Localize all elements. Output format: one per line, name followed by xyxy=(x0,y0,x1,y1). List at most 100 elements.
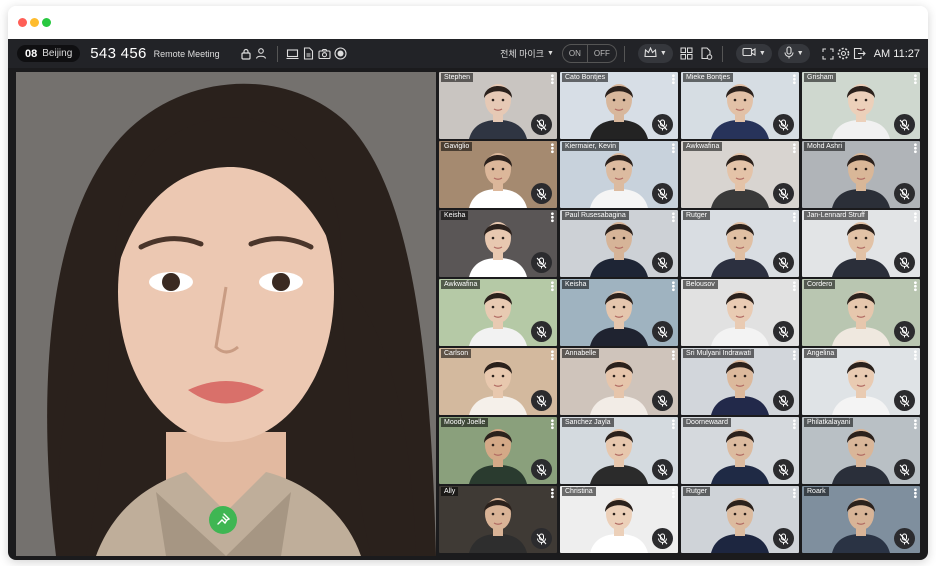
mic-muted-icon[interactable] xyxy=(652,183,673,204)
layout-icon[interactable] xyxy=(679,46,695,62)
more-options-icon[interactable]: ••• xyxy=(909,74,920,85)
more-options-icon[interactable]: ••• xyxy=(667,281,678,292)
more-options-icon[interactable]: ••• xyxy=(909,143,920,154)
participants-icon[interactable] xyxy=(254,46,270,62)
participant-tile[interactable]: Ally ••• xyxy=(439,486,557,553)
mic-muted-icon[interactable] xyxy=(773,114,794,135)
more-options-icon[interactable]: ••• xyxy=(667,419,678,430)
mic-muted-icon[interactable] xyxy=(894,321,915,342)
more-options-icon[interactable]: ••• xyxy=(909,281,920,292)
more-options-icon[interactable]: ••• xyxy=(546,212,557,223)
mic-muted-icon[interactable] xyxy=(894,114,915,135)
more-options-icon[interactable]: ••• xyxy=(788,212,799,223)
close-window-button[interactable] xyxy=(18,18,27,27)
participant-tile[interactable]: Grisham ••• xyxy=(802,72,920,139)
participant-tile[interactable]: Belousov ••• xyxy=(681,279,799,346)
participant-tile[interactable]: Kiermaier, Kevin ••• xyxy=(560,141,678,208)
more-options-icon[interactable]: ••• xyxy=(667,74,678,85)
more-options-icon[interactable]: ••• xyxy=(667,488,678,499)
mic-all-dropdown[interactable]: 전체 마이크 ▼ xyxy=(500,47,554,60)
fullscreen-icon[interactable] xyxy=(820,46,836,62)
more-options-icon[interactable]: ••• xyxy=(546,281,557,292)
mic-muted-icon[interactable] xyxy=(531,183,552,204)
toggle-on[interactable]: ON xyxy=(563,45,588,62)
mic-muted-icon[interactable] xyxy=(531,528,552,549)
more-options-icon[interactable]: ••• xyxy=(788,143,799,154)
main-speaker-video[interactable] xyxy=(16,72,436,556)
more-options-icon[interactable]: ••• xyxy=(667,212,678,223)
mic-muted-icon[interactable] xyxy=(531,390,552,411)
mic-all-toggle[interactable]: ON OFF xyxy=(561,44,617,63)
participant-tile[interactable]: Awkwafina ••• xyxy=(439,279,557,346)
mic-muted-icon[interactable] xyxy=(773,528,794,549)
settings-icon[interactable] xyxy=(836,46,852,62)
lock-icon[interactable] xyxy=(238,46,254,62)
participant-tile[interactable]: Rutger ••• xyxy=(681,486,799,553)
participant-tile[interactable]: Moody Joelle ••• xyxy=(439,417,557,484)
participant-tile[interactable]: Sanchez Jayla ••• xyxy=(560,417,678,484)
mic-muted-icon[interactable] xyxy=(652,528,673,549)
participant-tile[interactable]: Cato Bontjes ••• xyxy=(560,72,678,139)
record-icon[interactable] xyxy=(333,46,349,62)
document-icon[interactable] xyxy=(301,46,317,62)
participant-tile[interactable]: Angelina ••• xyxy=(802,348,920,415)
participant-tile[interactable]: Cordero ••• xyxy=(802,279,920,346)
more-options-icon[interactable]: ••• xyxy=(909,419,920,430)
more-options-icon[interactable]: ••• xyxy=(788,74,799,85)
more-options-icon[interactable]: ••• xyxy=(788,281,799,292)
participant-tile[interactable]: Philatkalayani ••• xyxy=(802,417,920,484)
mic-muted-icon[interactable] xyxy=(652,459,673,480)
screen-share-icon[interactable] xyxy=(285,46,301,62)
mic-muted-icon[interactable] xyxy=(531,459,552,480)
more-options-icon[interactable]: ••• xyxy=(909,212,920,223)
mic-muted-icon[interactable] xyxy=(773,183,794,204)
more-options-icon[interactable]: ••• xyxy=(546,419,557,430)
participant-tile[interactable]: Doornewaard ••• xyxy=(681,417,799,484)
mic-menu-button[interactable]: ▼ xyxy=(777,44,810,63)
mic-muted-icon[interactable] xyxy=(773,321,794,342)
participant-tile[interactable]: Paul Rusesabagina ••• xyxy=(560,210,678,277)
mic-muted-icon[interactable] xyxy=(652,321,673,342)
mic-muted-icon[interactable] xyxy=(894,183,915,204)
more-options-icon[interactable]: ••• xyxy=(546,74,557,85)
more-options-icon[interactable]: ••• xyxy=(788,488,799,499)
more-options-icon[interactable]: ••• xyxy=(909,488,920,499)
mic-muted-icon[interactable] xyxy=(894,390,915,411)
participant-tile[interactable]: Rutger ••• xyxy=(681,210,799,277)
mic-muted-icon[interactable] xyxy=(773,459,794,480)
mic-muted-icon[interactable] xyxy=(652,390,673,411)
participant-tile[interactable]: Christina ••• xyxy=(560,486,678,553)
toggle-off[interactable]: OFF xyxy=(588,45,616,62)
host-menu-button[interactable]: ▼ xyxy=(637,44,673,63)
participant-tile[interactable]: Stephen ••• xyxy=(439,72,557,139)
mic-muted-icon[interactable] xyxy=(652,252,673,273)
participant-tile[interactable]: Carlson ••• xyxy=(439,348,557,415)
file-share-icon[interactable] xyxy=(699,46,715,62)
mic-muted-icon[interactable] xyxy=(652,114,673,135)
participant-tile[interactable]: Annabelle ••• xyxy=(560,348,678,415)
camera-icon[interactable] xyxy=(317,46,333,62)
participant-tile[interactable]: Sri Mulyani Indrawati ••• xyxy=(681,348,799,415)
more-options-icon[interactable]: ••• xyxy=(909,350,920,361)
mic-muted-icon[interactable] xyxy=(773,252,794,273)
more-options-icon[interactable]: ••• xyxy=(667,350,678,361)
mic-muted-icon[interactable] xyxy=(531,114,552,135)
mic-muted-icon[interactable] xyxy=(894,252,915,273)
participant-tile[interactable]: Mieke Bontjes ••• xyxy=(681,72,799,139)
participant-tile[interactable]: Awkwafina ••• xyxy=(681,141,799,208)
more-options-icon[interactable]: ••• xyxy=(667,143,678,154)
participant-tile[interactable]: Roark ••• xyxy=(802,486,920,553)
participant-tile[interactable]: Gaviglio ••• xyxy=(439,141,557,208)
participant-tile[interactable]: Jan-Lennard Struff ••• xyxy=(802,210,920,277)
mic-muted-icon[interactable] xyxy=(531,252,552,273)
pin-button[interactable] xyxy=(209,506,237,534)
participant-tile[interactable]: Keisha ••• xyxy=(560,279,678,346)
maximize-window-button[interactable] xyxy=(42,18,51,27)
mic-muted-icon[interactable] xyxy=(773,390,794,411)
mic-muted-icon[interactable] xyxy=(894,459,915,480)
more-options-icon[interactable]: ••• xyxy=(546,488,557,499)
mic-muted-icon[interactable] xyxy=(894,528,915,549)
more-options-icon[interactable]: ••• xyxy=(546,350,557,361)
more-options-icon[interactable]: ••• xyxy=(788,350,799,361)
participant-tile[interactable]: Keisha ••• xyxy=(439,210,557,277)
